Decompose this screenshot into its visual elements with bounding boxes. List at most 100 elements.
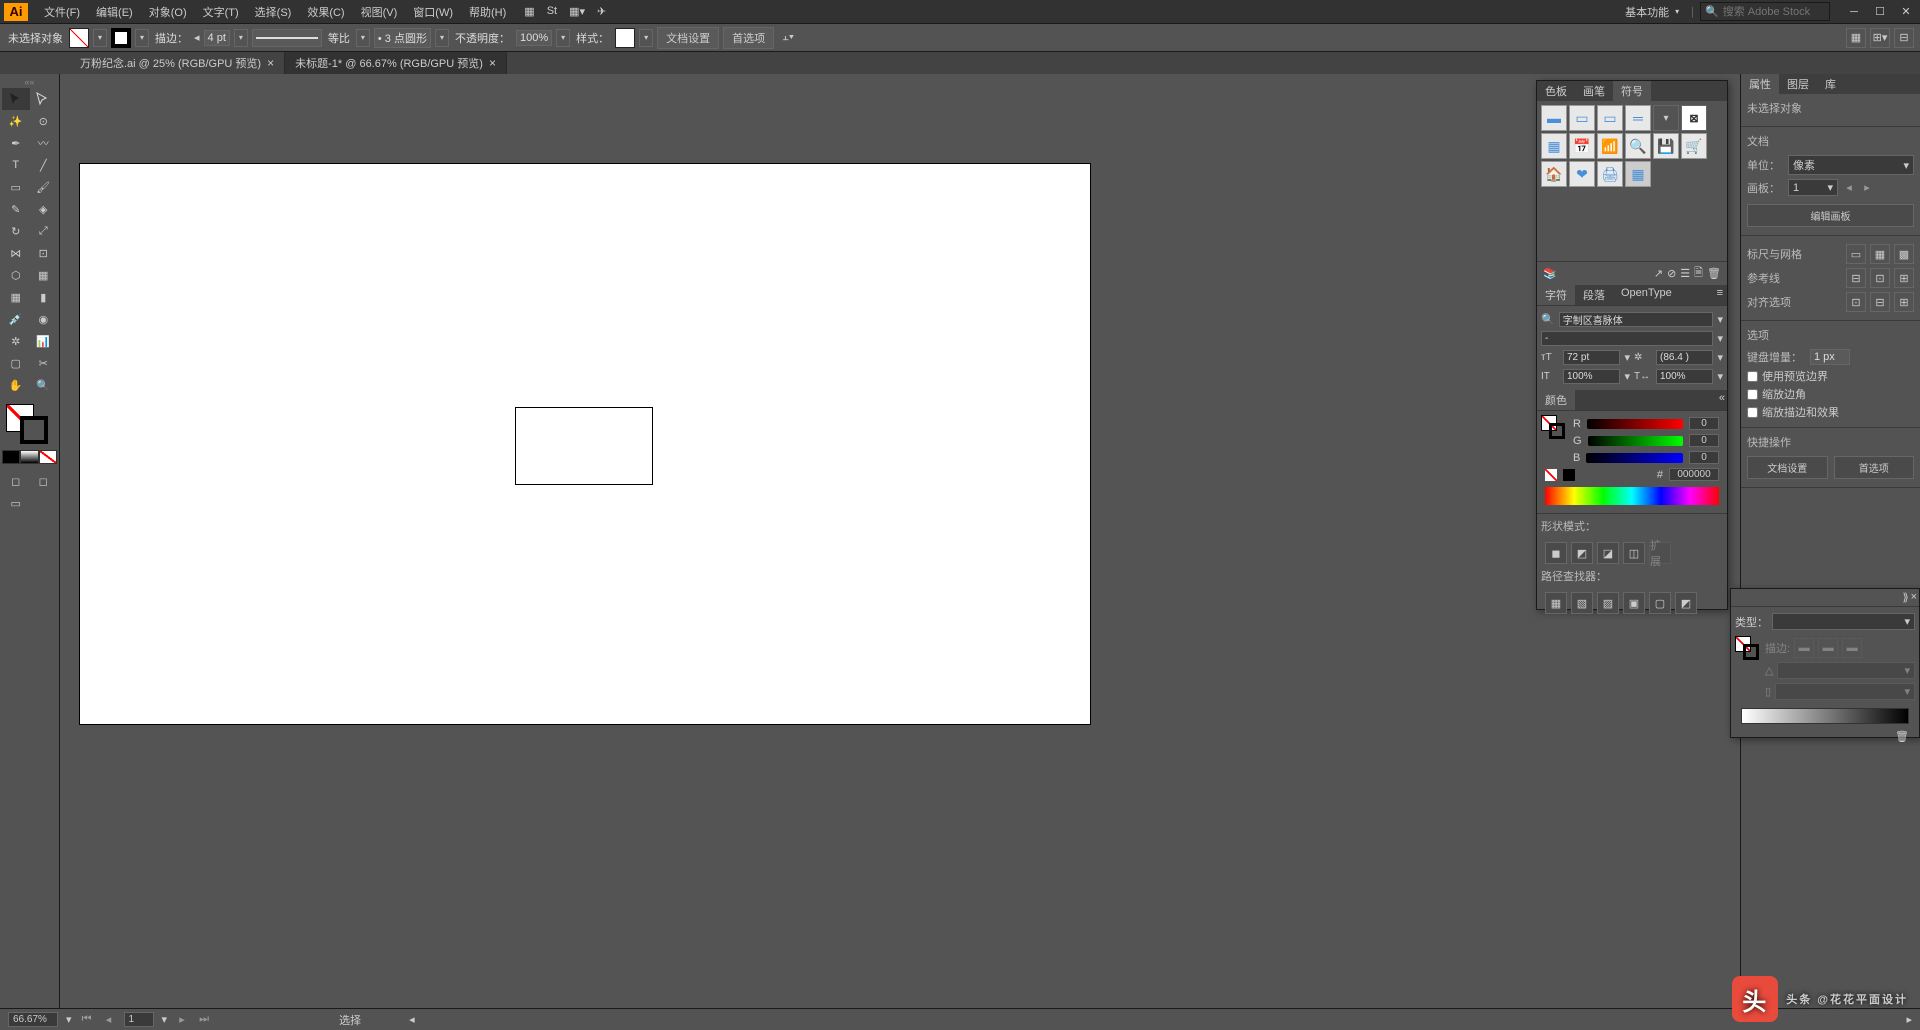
snap-grid-icon[interactable]: ⊞ — [1894, 292, 1914, 312]
workspace-dropdown[interactable]: 基本功能 — [1619, 2, 1685, 22]
rotate-tool[interactable]: ↻ — [2, 220, 30, 242]
tab-libraries[interactable]: 库 — [1817, 74, 1844, 94]
ruler-icon[interactable]: ▭ — [1846, 244, 1866, 264]
preferences-button[interactable]: 首选项 — [723, 27, 774, 49]
r-slider[interactable] — [1587, 419, 1683, 429]
opacity-dropdown[interactable]: ▾ — [556, 29, 570, 47]
guides-lock-icon[interactable]: ⊡ — [1870, 268, 1890, 288]
b-value[interactable]: 0 — [1689, 451, 1719, 464]
draw-behind[interactable]: ◻ — [30, 470, 58, 492]
prev-artboard-status[interactable]: ◂ — [102, 1013, 116, 1026]
last-artboard[interactable]: ⏭ — [197, 1013, 211, 1026]
artboard-nav-input[interactable]: 1 — [124, 1012, 154, 1027]
menu-type[interactable]: 文字(T) — [195, 4, 247, 20]
uniform-dropdown[interactable]: ▾ — [356, 29, 370, 47]
r-value[interactable]: 0 — [1689, 417, 1719, 430]
stroke-weight-dropdown[interactable]: ▾ — [234, 29, 248, 47]
menu-help[interactable]: 帮助(H) — [461, 4, 514, 20]
unit-dropdown[interactable]: 像素▾ — [1788, 155, 1914, 175]
hscale-input[interactable] — [1656, 369, 1713, 384]
trim-button[interactable]: ▧ — [1571, 592, 1593, 614]
symbol-item[interactable]: ▭ — [1569, 105, 1595, 131]
lasso-tool[interactable]: ⊙ — [30, 110, 58, 132]
font-size-input[interactable] — [1563, 350, 1620, 365]
symbol-item[interactable]: ═ — [1625, 105, 1651, 131]
line-tool[interactable]: ╱ — [30, 154, 58, 176]
tab-opentype[interactable]: OpenType — [1613, 285, 1680, 305]
opacity-input[interactable]: 100% — [516, 30, 552, 46]
delete-stop-icon[interactable]: 🗑 — [1895, 731, 1909, 743]
b-slider[interactable] — [1586, 453, 1683, 463]
menu-view[interactable]: 视图(V) — [353, 4, 406, 20]
menu-window[interactable]: 窗口(W) — [405, 4, 461, 20]
panel-toggle-icon[interactable]: ▦ — [1846, 28, 1866, 48]
fill-dropdown[interactable]: ▾ — [93, 29, 107, 47]
close-panel-icon[interactable]: × — [1911, 591, 1917, 604]
draw-normal[interactable]: ◻ — [2, 470, 30, 492]
next-artboard[interactable]: ▸ — [1860, 181, 1874, 194]
tab-paragraph[interactable]: 段落 — [1575, 285, 1613, 305]
g-slider[interactable] — [1588, 436, 1683, 446]
canvas[interactable] — [60, 74, 1740, 1008]
symbol-item[interactable]: ▬ — [1541, 105, 1567, 131]
new-symbol-icon[interactable]: 🗎 — [1694, 264, 1703, 283]
tab-symbols[interactable]: 符号 — [1613, 81, 1651, 101]
stroke-decrement[interactable]: ◂ — [194, 31, 200, 44]
symbol-item[interactable]: ▦ — [1541, 133, 1567, 159]
symbol-menu-dropdown[interactable]: ▾ — [1653, 105, 1679, 131]
symbol-item[interactable]: 🖨 — [1597, 161, 1623, 187]
exclude-button[interactable]: ◫ — [1623, 542, 1645, 564]
perspective-tool[interactable]: ▦ — [30, 264, 58, 286]
symbol-item[interactable]: 🔍 — [1625, 133, 1651, 159]
minus-front-button[interactable]: ◩ — [1571, 542, 1593, 564]
font-family-input[interactable] — [1559, 312, 1714, 327]
rectangle-shape[interactable] — [515, 407, 653, 485]
tab-color[interactable]: 颜色 — [1537, 390, 1575, 410]
symbol-item[interactable]: 🛒 — [1681, 133, 1707, 159]
brush-dropdown[interactable]: ▾ — [435, 29, 449, 47]
graph-tool[interactable]: 📊 — [30, 330, 58, 352]
tab-character[interactable]: 字符 — [1537, 285, 1575, 305]
gradient-tool[interactable]: ▮ — [30, 286, 58, 308]
merge-button[interactable]: ▨ — [1597, 592, 1619, 614]
minus-back-button[interactable]: ◩ — [1675, 592, 1697, 614]
maximize-button[interactable]: ☐ — [1870, 4, 1890, 20]
grad-type-dropdown[interactable]: ▾ — [1772, 613, 1915, 630]
zoom-tool[interactable]: 🔍 — [30, 374, 58, 396]
break-link-icon[interactable]: ⊘ — [1667, 267, 1676, 280]
fill-stroke-control[interactable] — [2, 402, 57, 446]
tab-properties[interactable]: 属性 — [1741, 74, 1779, 94]
search-stock[interactable]: 🔍 — [1700, 2, 1830, 21]
tab-layers[interactable]: 图层 — [1779, 74, 1817, 94]
doc-tab-2[interactable]: 未标题-1* @ 66.67% (RGB/GPU 预览) × — [285, 52, 507, 74]
screen-mode[interactable]: ▭ — [2, 492, 30, 514]
rectangle-tool[interactable]: ▭ — [2, 176, 30, 198]
color-spectrum[interactable] — [1545, 487, 1719, 505]
blend-tool[interactable]: ◉ — [30, 308, 58, 330]
magic-wand-tool[interactable]: ✨ — [2, 110, 30, 132]
qo-prefs-button[interactable]: 首选项 — [1834, 456, 1915, 479]
doc-tab-1[interactable]: 万粉纪念.ai @ 25% (RGB/GPU 预览) × — [70, 52, 285, 74]
status-scroll-left[interactable]: ◂ — [409, 1013, 415, 1026]
use-preview-bounds-check[interactable]: 使用预览边界 — [1747, 367, 1914, 385]
prev-artboard[interactable]: ◂ — [1842, 181, 1856, 194]
screen-mode-2[interactable] — [30, 492, 58, 514]
symbol-item[interactable]: 🏠 — [1541, 161, 1567, 187]
collapse-icon[interactable]: « — [1717, 390, 1727, 410]
stroke-box[interactable] — [20, 416, 48, 444]
shape-builder-tool[interactable]: ⬡ — [2, 264, 30, 286]
doc-setup-button[interactable]: 文档设置 — [657, 27, 719, 49]
curvature-tool[interactable]: 〰 — [30, 132, 58, 154]
arrange-docs-icon[interactable]: ⊞▾ — [1870, 28, 1890, 48]
eyedropper-tool[interactable]: 💉 — [2, 308, 30, 330]
selection-tool[interactable] — [2, 88, 30, 110]
snap-pixel-icon[interactable]: ⊡ — [1846, 292, 1866, 312]
qo-doc-setup-button[interactable]: 文档设置 — [1747, 456, 1828, 479]
tab-swatches[interactable]: 色板 — [1537, 81, 1575, 101]
scale-strokes-check[interactable]: 缩放描边和效果 — [1747, 403, 1914, 421]
symbol-sprayer-tool[interactable]: ✲ — [2, 330, 30, 352]
minimize-button[interactable]: ─ — [1844, 4, 1864, 20]
keyboard-increment-input[interactable]: 1 px — [1810, 349, 1850, 365]
none-color[interactable] — [1545, 469, 1557, 481]
close-window-button[interactable]: ✕ — [1896, 4, 1916, 20]
